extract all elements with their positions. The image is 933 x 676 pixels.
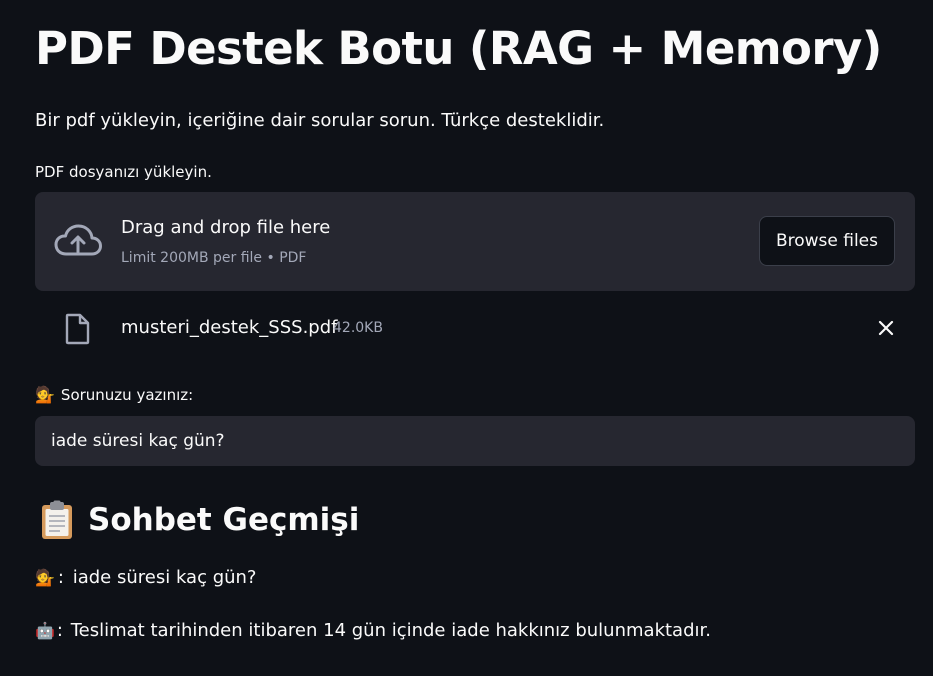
- page-subtitle: Bir pdf yükleyin, içeriğine dair sorular…: [35, 110, 605, 131]
- dropzone-instructions: Drag and drop file here: [121, 217, 331, 238]
- question-label: 💁 Sorunuzu yazınız:: [35, 386, 193, 404]
- uploaded-file-name: musteri_destek_SSS.pdf: [121, 317, 338, 338]
- question-input[interactable]: [35, 416, 915, 466]
- person-tipping-hand-emoji: 💁: [35, 385, 55, 404]
- dropzone-limit: Limit 200MB per file • PDF: [121, 250, 307, 266]
- page-title: PDF Destek Botu (RAG + Memory): [35, 22, 882, 75]
- uploader-label: PDF dosyanızı yükleyin.: [35, 163, 212, 181]
- bot-message-text: Teslimat tarihinden itibaren 14 gün için…: [70, 620, 711, 641]
- file-icon: [65, 313, 90, 345]
- chat-message-user: 💁 : iade süresi kaç gün?: [35, 567, 257, 588]
- browse-files-button[interactable]: Browse files: [758, 216, 895, 266]
- close-icon[interactable]: [875, 317, 897, 339]
- message-separator: :: [56, 620, 69, 641]
- app-page: PDF Destek Botu (RAG + Memory) Bir pdf y…: [0, 0, 933, 676]
- chat-message-bot: 🤖 : Teslimat tarihinden itibaren 14 gün …: [35, 620, 711, 641]
- message-separator: :: [57, 567, 70, 588]
- user-message-text: iade süresi kaç gün?: [72, 567, 257, 588]
- chat-history-heading: Sohbet Geçmişi: [40, 500, 359, 540]
- uploaded-file-size: 42.0KB: [333, 320, 383, 336]
- cloud-upload-icon: [54, 224, 102, 256]
- uploaded-file-row: musteri_destek_SSS.pdf 42.0KB: [35, 305, 915, 355]
- user-emoji: 💁: [35, 567, 55, 587]
- clipboard-icon: [42, 500, 72, 539]
- question-label-text: Sorunuzu yazınız:: [60, 386, 194, 404]
- bot-emoji: 🤖: [35, 620, 55, 640]
- file-dropzone[interactable]: Drag and drop file here Limit 200MB per …: [35, 192, 915, 291]
- chat-history-heading-text: Sohbet Geçmişi: [88, 502, 360, 538]
